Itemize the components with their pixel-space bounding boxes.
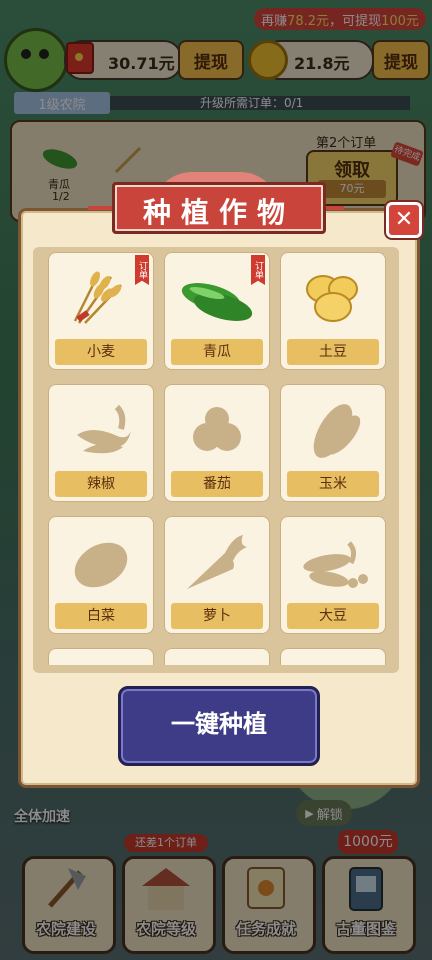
- crop-card-cabbage[interactable]: 白菜: [48, 516, 154, 634]
- cucumber-icon: [181, 283, 253, 321]
- crop-label: 大豆: [287, 603, 379, 629]
- tomato-icon: [193, 407, 241, 451]
- wheat-icon: [73, 271, 122, 324]
- potato-icon: [306, 275, 358, 322]
- corn-icon: [313, 404, 361, 458]
- crop-label: 辣椒: [55, 471, 147, 497]
- modal-title: 种植作物: [142, 196, 295, 229]
- plant-all-button[interactable]: 一键种植: [118, 686, 320, 766]
- soybean-icon: [303, 541, 368, 588]
- cabbage-icon: [74, 542, 128, 588]
- title-box: 种植作物: [112, 182, 326, 234]
- crop-card-partial: [164, 648, 270, 665]
- crop-label: 白菜: [55, 603, 147, 629]
- crop-card-radish[interactable]: 萝卜: [164, 516, 270, 634]
- order-tag: 订单: [251, 255, 265, 285]
- order-tag: 订单: [135, 255, 149, 285]
- crop-card-partial: [48, 648, 154, 665]
- crop-label: 番茄: [171, 471, 263, 497]
- crop-card-partial: [280, 648, 386, 665]
- crop-label: 玉米: [287, 471, 379, 497]
- crop-card-soybean[interactable]: 大豆: [280, 516, 386, 634]
- crop-label: 萝卜: [171, 603, 263, 629]
- close-button[interactable]: ✕: [386, 202, 422, 238]
- radish-icon: [187, 535, 247, 589]
- crop-card-wheat[interactable]: 订单 小麦: [48, 252, 154, 370]
- crop-card-cucumber[interactable]: 订单 青瓜: [164, 252, 270, 370]
- crop-label: 青瓜: [171, 339, 263, 365]
- modal-title-banner: 种植作物: [88, 172, 344, 234]
- chili-icon: [77, 404, 131, 454]
- crop-card-potato[interactable]: 土豆: [280, 252, 386, 370]
- crop-card-chili[interactable]: 辣椒: [48, 384, 154, 502]
- crop-label: 小麦: [55, 339, 147, 365]
- crop-card-corn[interactable]: 玉米: [280, 384, 386, 502]
- crop-label: 土豆: [287, 339, 379, 365]
- crop-card-tomato[interactable]: 番茄: [164, 384, 270, 502]
